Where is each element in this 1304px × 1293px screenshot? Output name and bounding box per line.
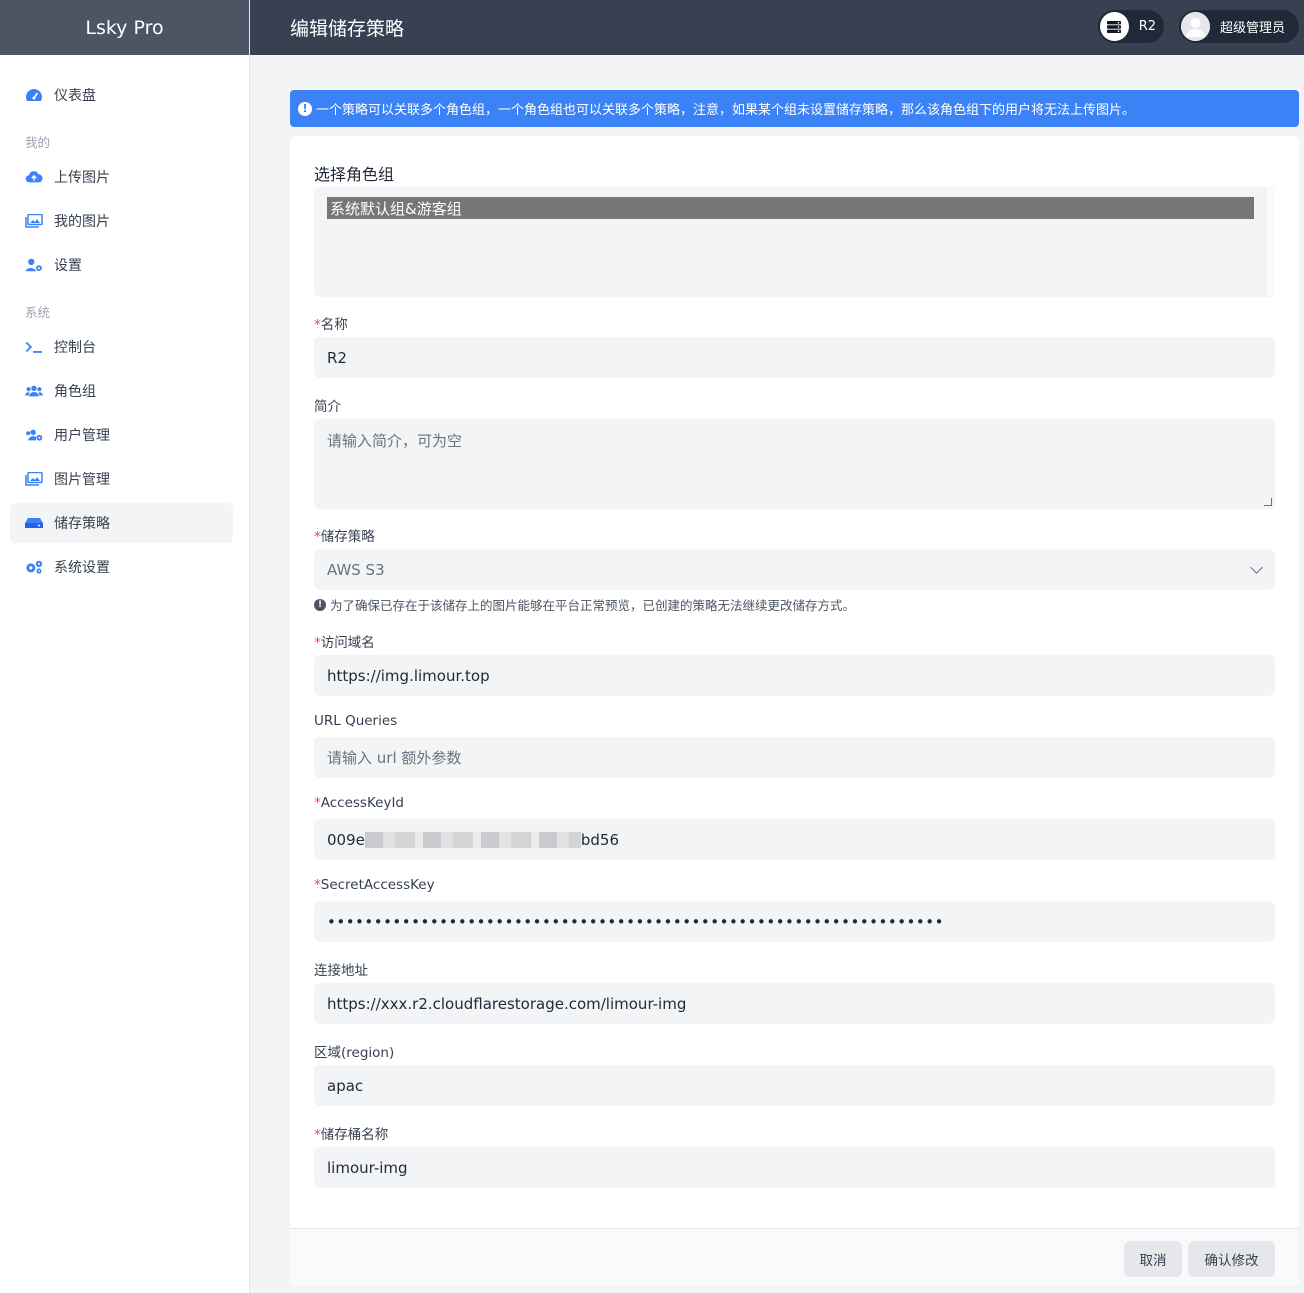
- sidebar-item-users[interactable]: 用户管理: [10, 415, 233, 455]
- top-bar: 编辑储存策略 R2 超级管理员: [250, 0, 1304, 55]
- redacted-mask: [364, 831, 581, 848]
- user-cog-icon: [25, 256, 43, 274]
- name-input[interactable]: R2: [314, 337, 1275, 378]
- sidebar-item-strategies[interactable]: 储存策略: [10, 503, 233, 543]
- region-input[interactable]: apac: [314, 1065, 1275, 1106]
- user-menu[interactable]: 超级管理员: [1179, 10, 1299, 43]
- cloud-upload-icon: [25, 168, 43, 186]
- server-icon: [1100, 12, 1129, 41]
- sidebar-item-label: 上传图片: [54, 170, 110, 186]
- sidebar-item-label: 用户管理: [54, 428, 110, 444]
- hard-drive-icon: [25, 514, 43, 532]
- strategy-form-card: 选择角色组 系统默认组&游客组 *名称 R2 简介 请输入简介，可为空 *储存策…: [290, 136, 1299, 1286]
- endpoint-input[interactable]: https://xxx.r2.cloudflarestorage.com/lim…: [314, 983, 1275, 1024]
- access-key-id-label: *AccessKeyId: [314, 795, 404, 811]
- cogs-icon: [25, 558, 43, 576]
- user-chip-label: 超级管理员: [1220, 21, 1286, 36]
- queries-label: URL Queries: [314, 713, 398, 729]
- info-icon: !: [298, 101, 312, 116]
- sidebar-item-console[interactable]: 控制台: [10, 327, 233, 367]
- sidebar-item-label: 储存策略: [54, 516, 110, 532]
- sidebar-nav: 仪表盘 我的 上传图片 我的图片 设置 系统 控制台 角色组 用户管理 图片管理…: [0, 55, 249, 587]
- sidebar-item-upload[interactable]: 上传图片: [10, 157, 233, 197]
- role-group-option[interactable]: 系统默认组&游客组: [327, 197, 1254, 219]
- strategy-chip-label: R2: [1138, 19, 1156, 34]
- bucket-label: *储存桶名称: [314, 1127, 389, 1143]
- sidebar-item-label: 系统设置: [54, 560, 110, 576]
- domain-input[interactable]: https://img.limour.top: [314, 655, 1275, 696]
- info-icon: !: [314, 598, 326, 611]
- listbox-scrollbar[interactable]: [1265, 187, 1275, 297]
- intro-textarea[interactable]: 请输入简介，可为空: [314, 419, 1275, 509]
- sidebar-item-label: 仪表盘: [54, 88, 96, 104]
- info-alert: ! 一个策略可以关联多个角色组，一个角色组也可以关联多个策略，注意，如果某个组未…: [290, 90, 1299, 127]
- chevron-down-icon: [1250, 561, 1263, 574]
- confirm-button[interactable]: 确认修改: [1188, 1241, 1275, 1277]
- users-cog-icon: [25, 426, 43, 444]
- form-footer: 取消 确认修改: [290, 1228, 1299, 1286]
- role-group-label: 选择角色组: [314, 165, 395, 184]
- sidebar-item-dashboard[interactable]: 仪表盘: [10, 75, 233, 115]
- queries-input[interactable]: 请输入 url 额外参数: [314, 737, 1275, 778]
- access-key-id-input[interactable]: 009e bd56: [314, 819, 1275, 860]
- page-title: 编辑储存策略: [290, 18, 405, 40]
- sidebar-item-system-settings[interactable]: 系统设置: [10, 547, 233, 587]
- endpoint-label: 连接地址: [314, 963, 368, 979]
- section-heading-mine: 我的: [25, 134, 51, 150]
- name-label: *名称: [314, 317, 348, 333]
- strategy-selector[interactable]: R2: [1098, 10, 1164, 43]
- driver-label: *储存策略: [314, 529, 375, 545]
- gauge-icon: [25, 86, 43, 104]
- secret-key-input[interactable]: ••••••••••••••••••••••••••••••••••••••••…: [314, 901, 1275, 942]
- resize-handle[interactable]: [1264, 498, 1272, 506]
- domain-label: *访问域名: [314, 635, 375, 651]
- sidebar: Lsky Pro 仪表盘 我的 上传图片 我的图片 设置 系统 控制台 角色组 …: [0, 0, 250, 1293]
- avatar: [1181, 12, 1210, 41]
- sidebar-item-label: 设置: [54, 258, 82, 274]
- images-icon: [25, 212, 43, 230]
- driver-hint: ! 为了确保已存在于该储存上的图片能够在平台正常预览，已创建的策略无法继续更改储…: [314, 595, 855, 614]
- secret-key-label: *SecretAccessKey: [314, 877, 435, 893]
- sidebar-item-label: 图片管理: [54, 472, 110, 488]
- sidebar-item-label: 我的图片: [54, 214, 110, 230]
- sidebar-item-roles[interactable]: 角色组: [10, 371, 233, 411]
- terminal-icon: [25, 338, 43, 356]
- driver-select[interactable]: AWS S3: [314, 549, 1275, 590]
- sidebar-item-my-images[interactable]: 我的图片: [10, 201, 233, 241]
- sidebar-item-images[interactable]: 图片管理: [10, 459, 233, 499]
- sidebar-item-label: 角色组: [54, 384, 96, 400]
- region-label: 区域(region): [314, 1045, 395, 1061]
- role-group-select[interactable]: 系统默认组&游客组: [314, 187, 1275, 297]
- intro-label: 简介: [314, 399, 341, 415]
- brand-logo[interactable]: Lsky Pro: [0, 0, 249, 55]
- sidebar-item-settings[interactable]: 设置: [10, 245, 233, 285]
- users-icon: [25, 382, 43, 400]
- bucket-input[interactable]: limour-img: [314, 1147, 1275, 1188]
- alert-text: 一个策略可以关联多个角色组，一个角色组也可以关联多个策略，注意，如果某个组未设置…: [316, 103, 1136, 118]
- cancel-button[interactable]: 取消: [1124, 1241, 1182, 1277]
- images-icon: [25, 470, 43, 488]
- section-heading-system: 系统: [25, 304, 51, 320]
- sidebar-item-label: 控制台: [54, 340, 96, 356]
